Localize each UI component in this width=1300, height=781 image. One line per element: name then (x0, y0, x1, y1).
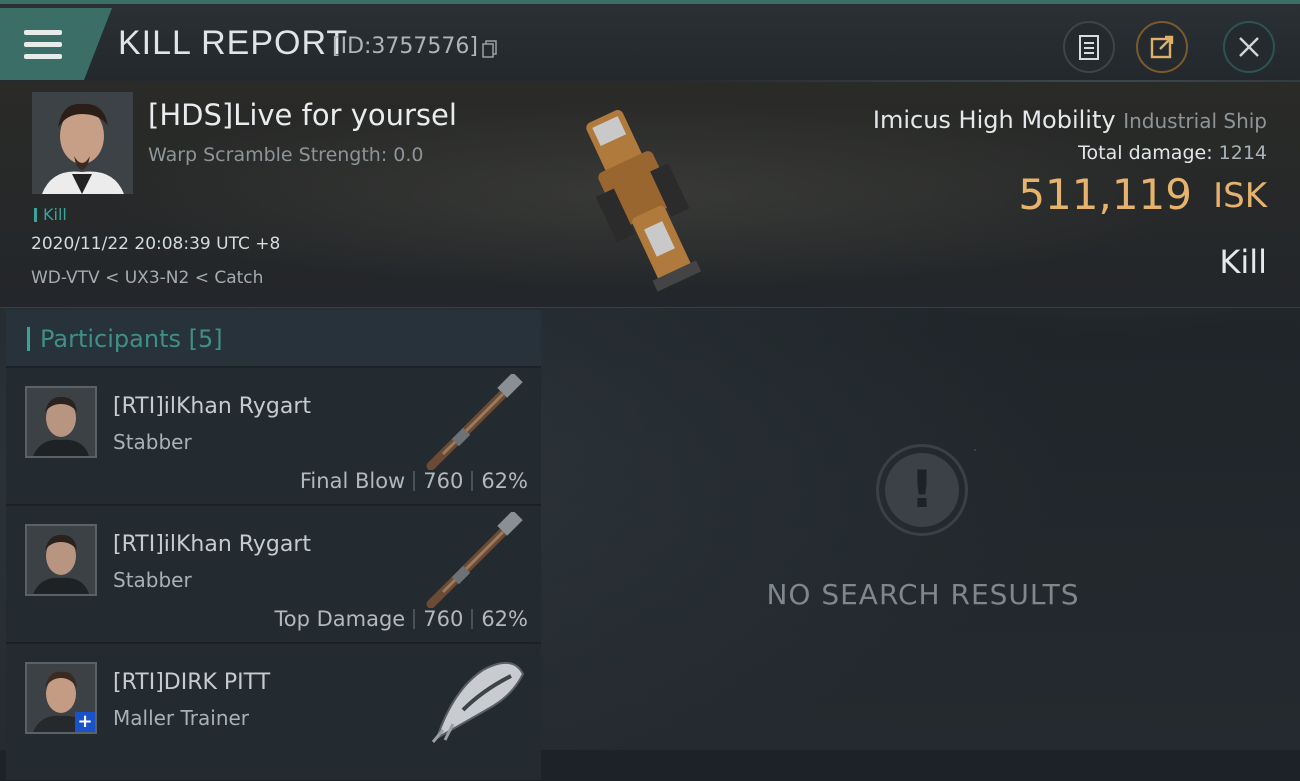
ship-name-text: Imicus High Mobility (872, 106, 1116, 134)
page-title: KILL REPORT (118, 24, 349, 62)
participant-name[interactable]: [RTI]DIRK PITT (113, 670, 270, 695)
ship-name[interactable]: Imicus High Mobility Industrial Ship (873, 106, 1267, 134)
close-button[interactable] (1223, 21, 1275, 73)
no-results-message: NO SEARCH RESULTS (766, 578, 1080, 611)
copy-icon[interactable] (482, 40, 498, 58)
ship-icon (431, 662, 525, 743)
kill-timestamp: 2020/11/22 20:08:39 UTC +8 (31, 234, 281, 254)
total-damage-label: Total damage: (1078, 142, 1213, 164)
participants-count: [5] (188, 325, 223, 353)
exclamation-icon: ! (876, 444, 968, 536)
participant-row[interactable]: + [RTI]DIRK PITT Maller Trainer (6, 644, 541, 781)
kill-tag: Kill (34, 205, 67, 224)
participant-row[interactable]: [RTI]ilKhan Rygart Stabber Top Damage 760… (6, 506, 541, 643)
warp-scramble-strength: Warp Scramble Strength: 0.0 (148, 144, 424, 166)
participants-title: Participants [5] (40, 325, 223, 353)
participant-ship: Stabber (113, 430, 192, 454)
participant-name[interactable]: [RTI]ilKhan Rygart (113, 532, 311, 557)
participants-panel: Participants [5] [RTI]ilKhan Rygart Stab… (6, 310, 541, 781)
participant-percent: 62% (481, 469, 528, 493)
report-id: [ID:3757576] (332, 34, 478, 59)
ship-image (586, 110, 702, 292)
plus-icon: + (75, 712, 95, 732)
menu-button[interactable] (0, 8, 112, 80)
menu-icon (24, 30, 62, 60)
kill-location[interactable]: WD-VTV < UX3-N2 < Catch (31, 268, 263, 288)
clipboard-icon (1079, 35, 1099, 60)
participants-label: Participants (40, 325, 181, 353)
top-bar: KILL REPORT [ID:3757576] (0, 0, 1300, 80)
participant-ship: Maller Trainer (113, 706, 250, 730)
isk-unit: ISK (1213, 176, 1267, 216)
isk-value: 511,119 (1018, 170, 1192, 219)
clipboard-button[interactable] (1063, 21, 1115, 73)
share-icon (1150, 35, 1174, 59)
participant-name[interactable]: [RTI]ilKhan Rygart (113, 394, 311, 419)
share-button[interactable] (1136, 21, 1188, 73)
total-damage-value: 1214 (1218, 142, 1267, 164)
participant-row[interactable]: [RTI]ilKhan Rygart Stabber Final Blow 760… (6, 368, 541, 505)
header-accent-bar (27, 327, 30, 351)
total-damage: Total damage: 1214 (1078, 142, 1267, 164)
avatar[interactable] (25, 386, 97, 458)
weapon-icon (426, 374, 523, 470)
ship-class: Industrial Ship (1123, 109, 1267, 133)
kill-result: Kill (1219, 243, 1267, 281)
victim-portrait[interactable] (32, 92, 133, 194)
avatar[interactable]: + (25, 662, 97, 734)
participant-damage: 760 (423, 469, 464, 493)
close-icon (1239, 37, 1259, 57)
participant-stats: Final Blow 760 62% (300, 469, 528, 493)
participant-role: Final Blow (299, 469, 406, 493)
victim-name[interactable]: [HDS]Live for yoursel (148, 98, 457, 132)
participants-header[interactable]: Participants [5] (6, 310, 541, 366)
